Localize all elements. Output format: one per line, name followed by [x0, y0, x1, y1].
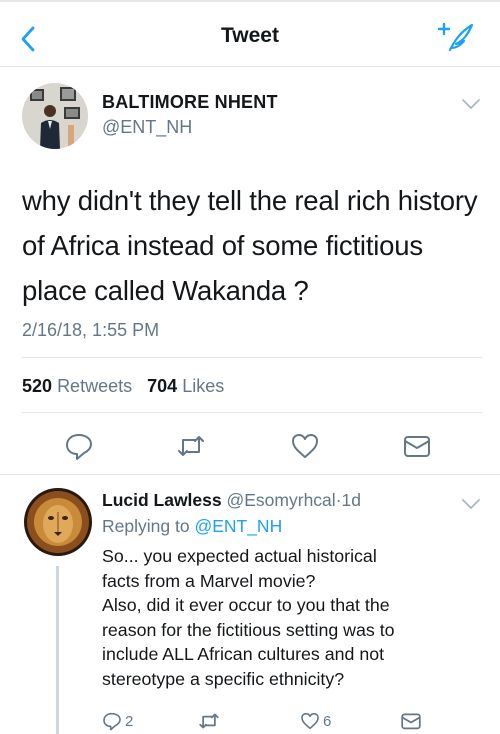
page-title: Tweet	[221, 24, 279, 47]
likes-stat[interactable]: 704 Likes	[147, 376, 224, 396]
like-count: 6	[323, 712, 332, 730]
reply-author-avatar[interactable]	[24, 488, 92, 556]
like-heart-icon	[292, 434, 318, 458]
like-button[interactable]	[290, 431, 320, 461]
compose-tweet-button[interactable]	[437, 20, 474, 54]
reply-time: 1d	[341, 490, 361, 510]
reply-text-line: Also, did it ever occur to you that the	[102, 595, 390, 615]
reply-count: 2	[125, 712, 134, 730]
reply-icon	[103, 712, 121, 731]
tweet-text-line: why didn't they tell the real rich histo…	[22, 185, 478, 216]
direct-message-icon	[401, 713, 421, 730]
likes-count: 704	[147, 376, 178, 396]
retweets-label: Retweets	[57, 376, 133, 396]
replying-to-label: Replying to	[102, 516, 190, 536]
chevron-down-icon[interactable]	[461, 498, 481, 510]
reply-text-line: facts from a Marvel movie?	[102, 570, 316, 591]
likes-label: Likes	[182, 376, 225, 396]
retweets-count: 520	[22, 376, 53, 396]
reply-tweet[interactable]: Lucid Lawless @Esomyrhcal·1d Replying to…	[0, 476, 500, 734]
chevron-down-icon[interactable]	[461, 98, 481, 110]
reply-actions: 2 6	[0, 710, 500, 734]
reply-header: Lucid Lawless @Esomyrhcal·1d	[102, 490, 361, 511]
tweet-stats: 520 Retweets 704 Likes	[22, 376, 224, 397]
retweet-icon	[199, 713, 219, 729]
author-avatar[interactable]	[22, 83, 88, 149]
retweets-stat[interactable]: 520 Retweets	[22, 376, 132, 396]
tweet-text: why didn't they tell the real rich histo…	[22, 178, 482, 313]
author-name[interactable]: BALTIMORE NHENT	[102, 92, 278, 113]
reply-like-button[interactable]: 6	[300, 710, 331, 732]
replying-to: Replying to @ENT_NH	[102, 516, 282, 537]
replying-to-handle[interactable]: @ENT_NH	[194, 516, 282, 536]
direct-message-button[interactable]	[402, 431, 432, 461]
like-heart-icon	[301, 712, 319, 730]
tweet-actions	[0, 428, 500, 468]
reply-author-name[interactable]: Lucid Lawless	[102, 490, 222, 510]
thread-line	[56, 566, 59, 734]
reply-author-handle[interactable]: @Esomyrhcal	[227, 490, 336, 510]
reply-button[interactable]	[64, 431, 94, 461]
reply-text-line: include ALL African cultures and not	[102, 644, 385, 664]
reply-text: So... you expected actual historical fac…	[102, 544, 482, 691]
reply-text-line: So... you expected actual historical	[102, 546, 377, 566]
reply-retweet-button[interactable]	[198, 710, 220, 732]
reply-reply-button[interactable]: 2	[102, 710, 133, 732]
retweet-icon	[178, 436, 204, 456]
divider	[22, 412, 482, 413]
compose-tweet-icon	[437, 22, 474, 52]
tweet-text-line: of Africa instead of some fictitious	[22, 230, 423, 261]
tweet-timestamp: 2/16/18, 1:55 PM	[22, 320, 160, 340]
lion-avatar-image	[24, 488, 92, 556]
reply-text-line: reason for the fictitious setting was to	[102, 619, 395, 640]
reply-text-line: stereotype a specific ethnicity?	[102, 668, 345, 689]
tweet-text-line: place called Wakanda ?	[22, 275, 309, 306]
nav-bar: Tweet	[0, 0, 500, 67]
retweet-button[interactable]	[176, 431, 206, 461]
divider	[22, 357, 482, 358]
author-handle[interactable]: @ENT_NH	[102, 117, 192, 138]
reply-icon	[66, 434, 92, 460]
direct-message-icon	[404, 436, 430, 457]
divider	[0, 474, 500, 475]
reply-dm-button[interactable]	[400, 710, 422, 732]
author-avatar-image	[22, 83, 88, 149]
